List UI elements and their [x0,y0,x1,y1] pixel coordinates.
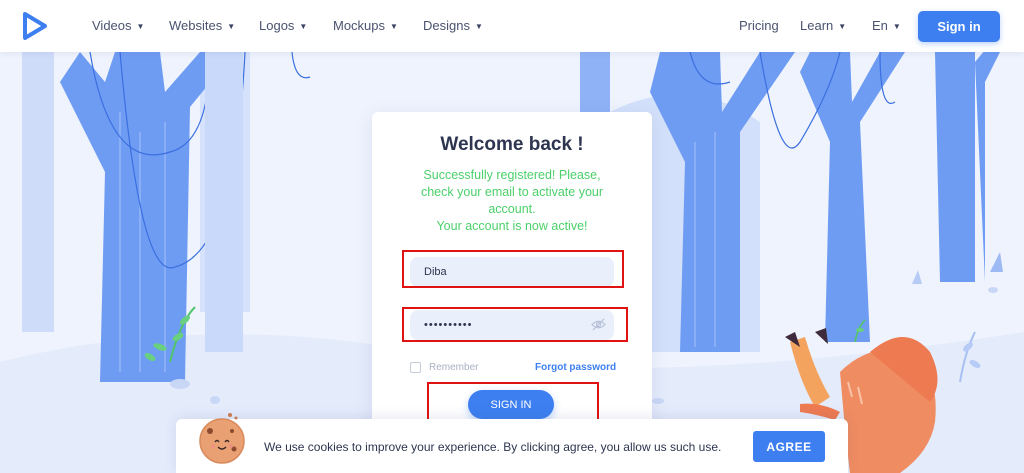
nav-item-mockups[interactable]: Mockups ▼ [333,18,398,33]
agree-button[interactable]: AGREE [753,431,825,462]
eye-slash-icon[interactable] [591,317,606,332]
forgot-password-link[interactable]: Forgot password [535,362,616,373]
nav-item-designs[interactable]: Designs ▼ [423,18,483,33]
caret-down-icon: ▼ [227,22,236,31]
nav-item-websites[interactable]: Websites ▼ [169,18,235,33]
caret-down-icon: ▼ [390,22,398,31]
language-label: En [872,18,888,33]
caret-down-icon: ▼ [892,22,901,31]
language-selector[interactable]: En ▼ [872,18,901,33]
cookie-icon [199,413,245,464]
caret-down-icon: ▼ [474,22,483,31]
cookie-message: We use cookies to improve your experienc… [264,440,722,454]
username-input[interactable] [410,257,614,287]
success-message-line: Successfully registered! Please, [423,168,601,182]
sign-in-button[interactable]: SIGN IN [468,390,554,419]
login-title: Welcome back ! [440,134,584,155]
remember-label: Remember [429,362,479,373]
top-navigation: Videos ▼ Websites ▼ Logos ▼ Mockups ▼ Design… [0,0,1024,52]
nav-item-label: Websites [169,18,223,33]
remember-checkbox[interactable] [410,362,421,373]
brand-logo-icon[interactable] [22,12,48,40]
nav-item-label: Logos [259,18,295,33]
nav-learn-label: Learn [800,18,834,33]
success-message-line: account. [488,202,536,216]
success-message-line: check your email to activate your [420,185,604,199]
cookie-consent-bar: We use cookies to improve your experienc… [176,413,848,473]
nav-item-logos[interactable]: Logos ▼ [259,18,307,33]
nav-pricing-link[interactable]: Pricing [739,18,779,33]
success-message-line: Your account is now active! [436,219,588,233]
nav-item-videos[interactable]: Videos ▼ [92,18,144,33]
nav-learn-menu[interactable]: Learn ▼ [800,18,846,33]
caret-down-icon: ▼ [136,22,145,31]
nav-item-label: Mockups [333,18,386,33]
nav-item-label: Designs [423,18,470,33]
header-sign-in-button[interactable]: Sign in [918,11,1000,42]
caret-down-icon: ▼ [838,22,847,31]
success-message: Successfully registered! Please, check y… [396,167,628,235]
caret-down-icon: ▼ [299,22,308,31]
password-input[interactable] [410,310,614,340]
nav-item-label: Videos [92,18,132,33]
